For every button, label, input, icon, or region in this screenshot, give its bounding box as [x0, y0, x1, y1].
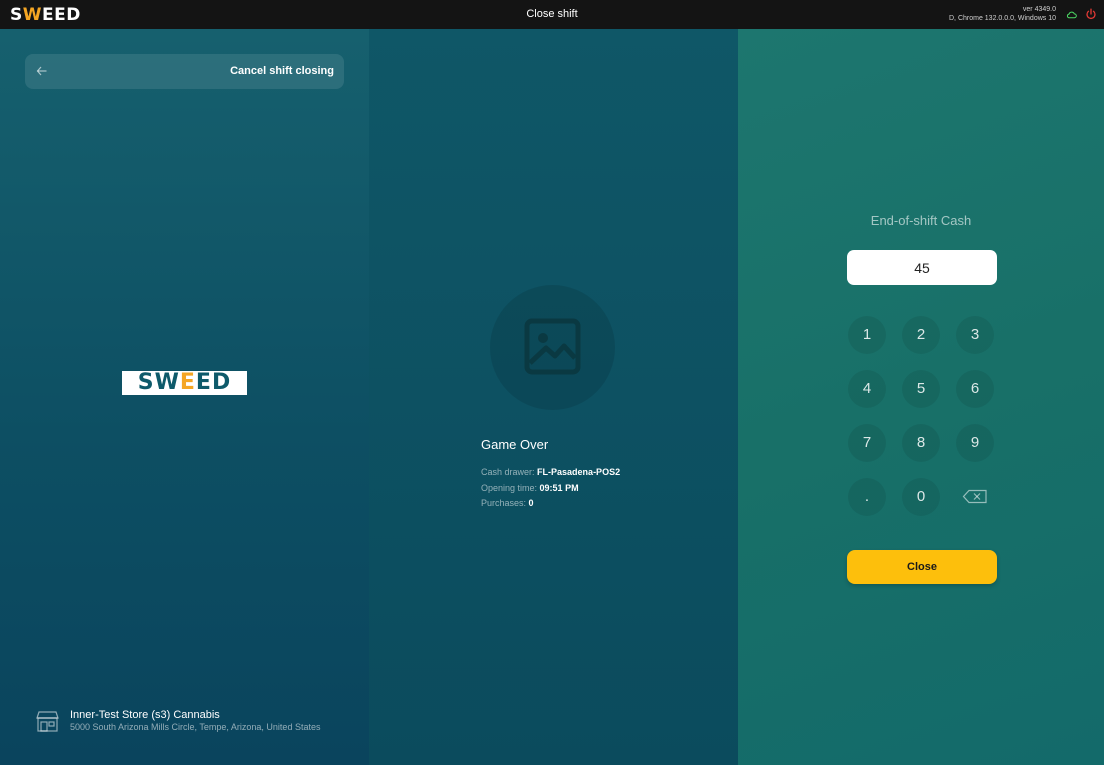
store-icon: [36, 711, 59, 732]
opening-time-label: Opening time:: [481, 483, 538, 493]
purchases-value: 0: [528, 498, 534, 508]
keypad-key-3[interactable]: 3: [956, 316, 994, 354]
keypad-key-5[interactable]: 5: [902, 370, 940, 408]
avatar: [490, 285, 615, 410]
page-title: Close shift: [526, 8, 578, 20]
backspace-button[interactable]: [956, 478, 994, 516]
cash-drawer-label: Cash drawer:: [481, 467, 535, 477]
close-shift-button[interactable]: Close: [847, 550, 997, 584]
image-placeholder-icon: [524, 318, 581, 375]
keypad-key-4[interactable]: 4: [848, 370, 886, 408]
keypad-key-1[interactable]: 1: [848, 316, 886, 354]
opening-time-value: 09:51 PM: [539, 483, 579, 493]
sweed-logo: SWEED: [122, 371, 247, 395]
keypad-key-9[interactable]: 9: [956, 424, 994, 462]
store-name: Inner-Test Store (s3) Cannabis: [70, 709, 220, 721]
keypad-key-8[interactable]: 8: [902, 424, 940, 462]
end-of-shift-cash-title: End-of-shift Cash: [870, 213, 972, 228]
store-panel: Cancel shift closing SWEED Inner-Test St…: [0, 29, 369, 765]
cash-entry-panel: End-of-shift Cash 1 2 3 4 5 6 7 8 9 . 0 …: [738, 29, 1104, 765]
keypad-key-7[interactable]: 7: [848, 424, 886, 462]
environment-info: D, Chrome 132.0.0.0, Windows 10: [949, 15, 1056, 22]
keypad-key-0[interactable]: 0: [902, 478, 940, 516]
employee-name: Game Over: [481, 437, 549, 452]
version-number: ver 4349.0: [1022, 6, 1056, 13]
keypad-key-2[interactable]: 2: [902, 316, 940, 354]
backspace-icon: [962, 489, 987, 504]
version-info: ver 4349.0 D, Chrome 132.0.0.0, Windows …: [949, 5, 1056, 23]
cash-amount-input[interactable]: [847, 250, 997, 285]
cancel-shift-closing-label: Cancel shift closing: [230, 65, 334, 77]
keypad-key-6[interactable]: 6: [956, 370, 994, 408]
keypad-key-decimal[interactable]: .: [848, 478, 886, 516]
cash-drawer-info: Cash drawer: FL-Pasadena-POS2: [481, 467, 620, 477]
cancel-shift-closing-button[interactable]: Cancel shift closing: [25, 54, 344, 89]
store-address: 5000 South Arizona Mills Circle, Tempe, …: [70, 722, 321, 732]
cloud-icon: [1066, 11, 1077, 19]
employee-panel: Game Over Cash drawer: FL-Pasadena-POS2 …: [369, 29, 738, 765]
top-bar: SWEED Close shift ver 4349.0 D, Chrome 1…: [0, 0, 1104, 29]
purchases-info: Purchases: 0: [481, 498, 534, 508]
opening-time-info: Opening time: 09:51 PM: [481, 483, 579, 493]
arrow-left-icon: [36, 66, 47, 76]
cash-drawer-value: FL-Pasadena-POS2: [537, 467, 621, 477]
purchases-label: Purchases:: [481, 498, 527, 508]
power-icon[interactable]: [1085, 8, 1097, 20]
